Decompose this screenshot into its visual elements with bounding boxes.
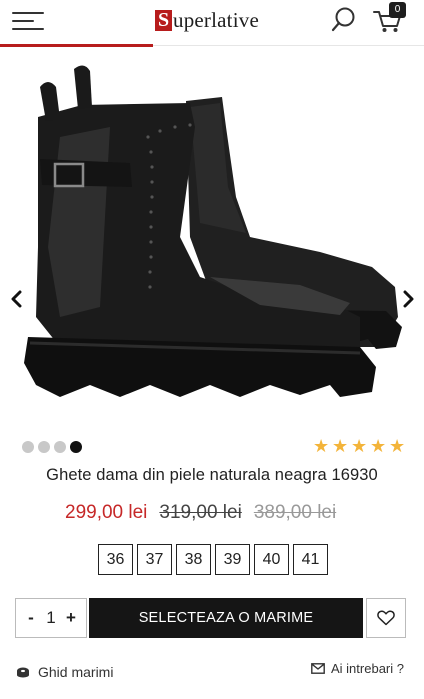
mail-icon: [311, 663, 325, 674]
size-option[interactable]: 40: [254, 544, 289, 575]
price-original: 389,00 lei: [253, 502, 337, 523]
select-size-button[interactable]: SELECTEAZA O MARIME: [89, 598, 363, 638]
size-guide-icon: [17, 667, 29, 678]
gallery-pagination: [22, 441, 82, 453]
quantity-decrease-button[interactable]: -: [25, 608, 37, 628]
gallery-prev-button[interactable]: [7, 287, 27, 311]
product-image: [24, 65, 402, 397]
heart-icon: [377, 610, 395, 626]
rating-stars[interactable]: ★ ★ ★ ★ ★: [313, 436, 406, 457]
logo-text: uperlative: [173, 7, 259, 32]
size-option[interactable]: 37: [137, 544, 172, 575]
product-gallery[interactable]: [0, 47, 424, 427]
quantity-stepper: - 1 +: [15, 598, 87, 638]
size-selector: 36 37 38 39 40 41: [98, 544, 328, 575]
size-option[interactable]: 36: [98, 544, 133, 575]
price-current: 299,00 lei: [65, 502, 148, 523]
price-block: 299,00 lei 319,00 lei 389,00 lei: [65, 502, 336, 524]
gallery-dot[interactable]: [22, 441, 34, 453]
size-guide-link[interactable]: Ghid marimi: [16, 664, 113, 680]
search-icon[interactable]: [330, 6, 358, 34]
logo-initial: S: [155, 9, 172, 31]
cart-count-badge: 0: [389, 2, 406, 18]
star-icon: ★: [313, 436, 330, 457]
gallery-next-button[interactable]: [398, 287, 418, 311]
gallery-dot-active[interactable]: [70, 441, 82, 453]
hamburger-icon[interactable]: [12, 10, 46, 32]
quantity-value[interactable]: 1: [42, 608, 60, 628]
ask-question-label: Ai intrebari ?: [331, 661, 404, 676]
chevron-left-icon: [11, 290, 22, 308]
size-guide-label: Ghid marimi: [38, 664, 114, 680]
ask-question-link[interactable]: Ai intrebari ?: [311, 661, 404, 676]
quantity-increase-button[interactable]: +: [65, 608, 77, 628]
star-icon: ★: [389, 436, 406, 457]
gallery-dot[interactable]: [54, 441, 66, 453]
size-option[interactable]: 41: [293, 544, 328, 575]
star-icon: ★: [332, 436, 349, 457]
star-icon: ★: [370, 436, 387, 457]
gallery-dot[interactable]: [38, 441, 50, 453]
price-old: 319,00 lei: [159, 502, 242, 523]
size-option[interactable]: 39: [215, 544, 250, 575]
wishlist-button[interactable]: [366, 598, 406, 638]
size-option[interactable]: 38: [176, 544, 211, 575]
star-icon: ★: [351, 436, 368, 457]
site-logo[interactable]: S uperlative: [155, 8, 259, 32]
top-header: S uperlative 0: [0, 0, 424, 46]
chevron-right-icon: [403, 290, 414, 308]
product-title: Ghete dama din piele naturala neagra 169…: [46, 466, 378, 484]
